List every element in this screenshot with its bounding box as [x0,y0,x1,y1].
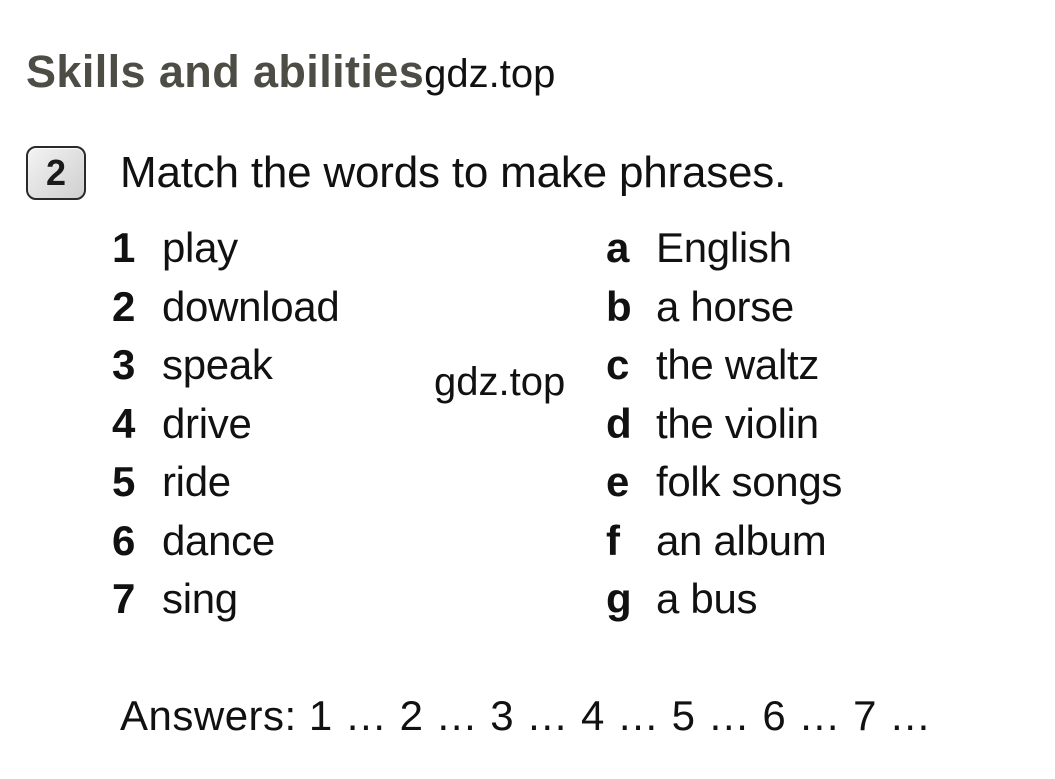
header-watermark: gdz.top [424,52,556,96]
list-item[interactable]: g a bus [606,575,842,634]
item-letter: g [606,575,632,622]
item-letter: a [606,224,630,271]
item-text: a bus [656,575,758,622]
match-left-column: 1 play 2 download 3 speak 4 drive 5 ride… [112,224,340,634]
item-text: the waltz [656,341,820,388]
answers-line: Answers: 1 … 2 … 3 … 4 … 5 … 6 … 7 … [120,692,932,739]
item-text: speak [162,341,273,388]
item-number: 1 [112,224,136,271]
item-text: sing [162,575,238,622]
list-item[interactable]: d the violin [606,400,842,459]
list-item[interactable]: 1 play [112,224,339,283]
item-text: play [162,224,238,271]
item-text: drive [162,399,252,447]
item-text: download [162,282,340,330]
list-item[interactable]: 3 speak [112,341,339,400]
item-text: English [656,224,792,271]
page-title-text: Skills and abilities [26,46,425,97]
item-letter: e [606,458,630,505]
list-item[interactable]: e folk songs [606,458,842,517]
page-title: Skills and abilities gdz.top [26,46,555,98]
item-number: 6 [112,516,136,564]
list-item[interactable]: 2 download [112,282,340,342]
center-watermark: gdz.top [434,360,566,404]
exercise-number-label: 2 [45,152,67,193]
list-item[interactable]: 4 drive [112,400,339,459]
item-text: the violin [656,399,819,447]
match-right-column: a English b a horse c the waltz d the vi… [606,224,842,634]
exercise-instruction-text: Match the words to make phrases. [120,148,787,197]
item-letter: d [606,399,632,447]
list-item[interactable]: f an album [606,517,842,576]
list-item[interactable]: c the waltz [606,341,842,400]
list-item[interactable]: 5 ride [112,458,339,517]
item-number: 7 [112,575,136,622]
item-number: 5 [112,458,136,505]
item-number: 2 [112,282,136,330]
item-letter: b [606,282,632,330]
list-item[interactable]: b a horse [606,283,842,342]
list-item[interactable]: 6 dance [112,517,339,576]
item-text: ride [162,458,231,505]
matching-exercise: 1 play 2 download 3 speak 4 drive 5 ride… [0,224,1055,634]
item-text: dance [162,516,275,564]
item-letter: f [606,516,620,564]
item-text: folk songs [656,458,843,505]
item-number: 4 [112,399,136,447]
list-item[interactable]: 7 sing [112,575,339,634]
item-number: 3 [112,341,136,388]
exercise-number-badge: 2 [26,146,86,200]
item-text: a horse [656,282,794,330]
exercise-header: 2 Match the words to make phrases. [26,146,786,200]
list-item[interactable]: a English [606,224,842,283]
item-text: an album [656,516,827,564]
item-letter: c [606,341,630,388]
